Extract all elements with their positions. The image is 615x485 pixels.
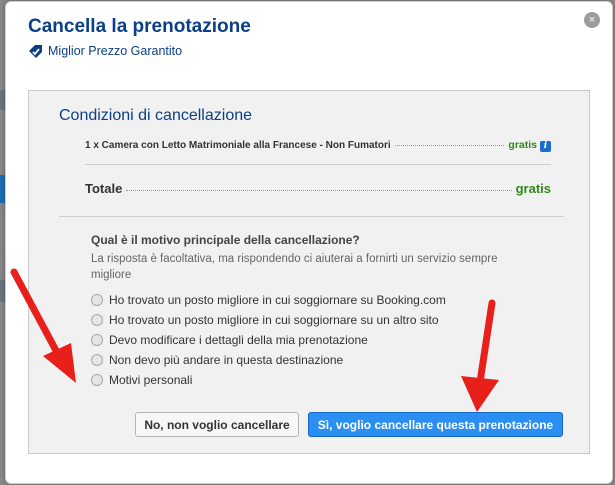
reason-option[interactable]: Motivi personali xyxy=(91,370,446,390)
radio-button[interactable] xyxy=(91,294,103,306)
info-icon[interactable]: i xyxy=(540,141,551,152)
room-name: 1 x Camera con Letto Matrimoniale alla F… xyxy=(85,140,391,151)
reason-options: Ho trovato un posto migliore in cui sogg… xyxy=(91,290,446,390)
reason-option[interactable]: Ho trovato un posto migliore in cui sogg… xyxy=(91,310,446,330)
dialog-title: Cancella la prenotazione xyxy=(28,16,251,37)
keep-booking-button[interactable]: No, non voglio cancellare xyxy=(135,412,299,437)
radio-button[interactable] xyxy=(91,314,103,326)
reason-label: Non devo più andare in questa destinazio… xyxy=(109,353,344,367)
best-price-badge: Miglior Prezzo Garantito xyxy=(28,44,182,58)
reason-option[interactable]: Non devo più andare in questa destinazio… xyxy=(91,350,446,370)
confirm-cancel-button[interactable]: Sì, voglio cancellare questa prenotazion… xyxy=(308,412,563,437)
reason-label: Ho trovato un posto migliore in cui sogg… xyxy=(109,293,446,307)
reason-label: Ho trovato un posto migliore in cui sogg… xyxy=(109,313,439,327)
total-label: Totale xyxy=(85,181,123,196)
radio-button[interactable] xyxy=(91,354,103,366)
badge-label: Miglior Prezzo Garantito xyxy=(48,44,183,58)
dotted-leader xyxy=(394,145,505,146)
dotted-leader xyxy=(126,190,512,191)
reason-label: Devo modificare i dettagli della mia pre… xyxy=(109,333,368,347)
total-value: gratis xyxy=(515,181,551,196)
divider xyxy=(59,216,564,217)
cancellation-panel: Condizioni di cancellazione 1 x Camera c… xyxy=(28,90,590,454)
cancel-booking-dialog: Cancella la prenotazione × Miglior Prezz… xyxy=(5,1,613,484)
close-icon: × xyxy=(588,14,596,26)
tag-check-icon xyxy=(29,45,42,58)
room-line: 1 x Camera con Letto Matrimoniale alla F… xyxy=(85,139,551,152)
reason-option[interactable]: Ho trovato un posto migliore in cui sogg… xyxy=(91,290,446,310)
radio-button[interactable] xyxy=(91,334,103,346)
room-price: gratis xyxy=(508,139,537,151)
conditions-title: Condizioni di cancellazione xyxy=(59,107,253,124)
reason-label: Motivi personali xyxy=(109,373,193,387)
radio-button[interactable] xyxy=(91,374,103,386)
reason-question: Qual è il motivo principale della cancel… xyxy=(91,233,360,247)
reason-note: La risposta è facoltativa, ma rispondend… xyxy=(91,253,498,281)
divider xyxy=(85,164,551,165)
reason-option[interactable]: Devo modificare i dettagli della mia pre… xyxy=(91,330,446,350)
total-line: Totale gratis xyxy=(85,181,551,196)
close-button[interactable]: × xyxy=(584,12,600,28)
